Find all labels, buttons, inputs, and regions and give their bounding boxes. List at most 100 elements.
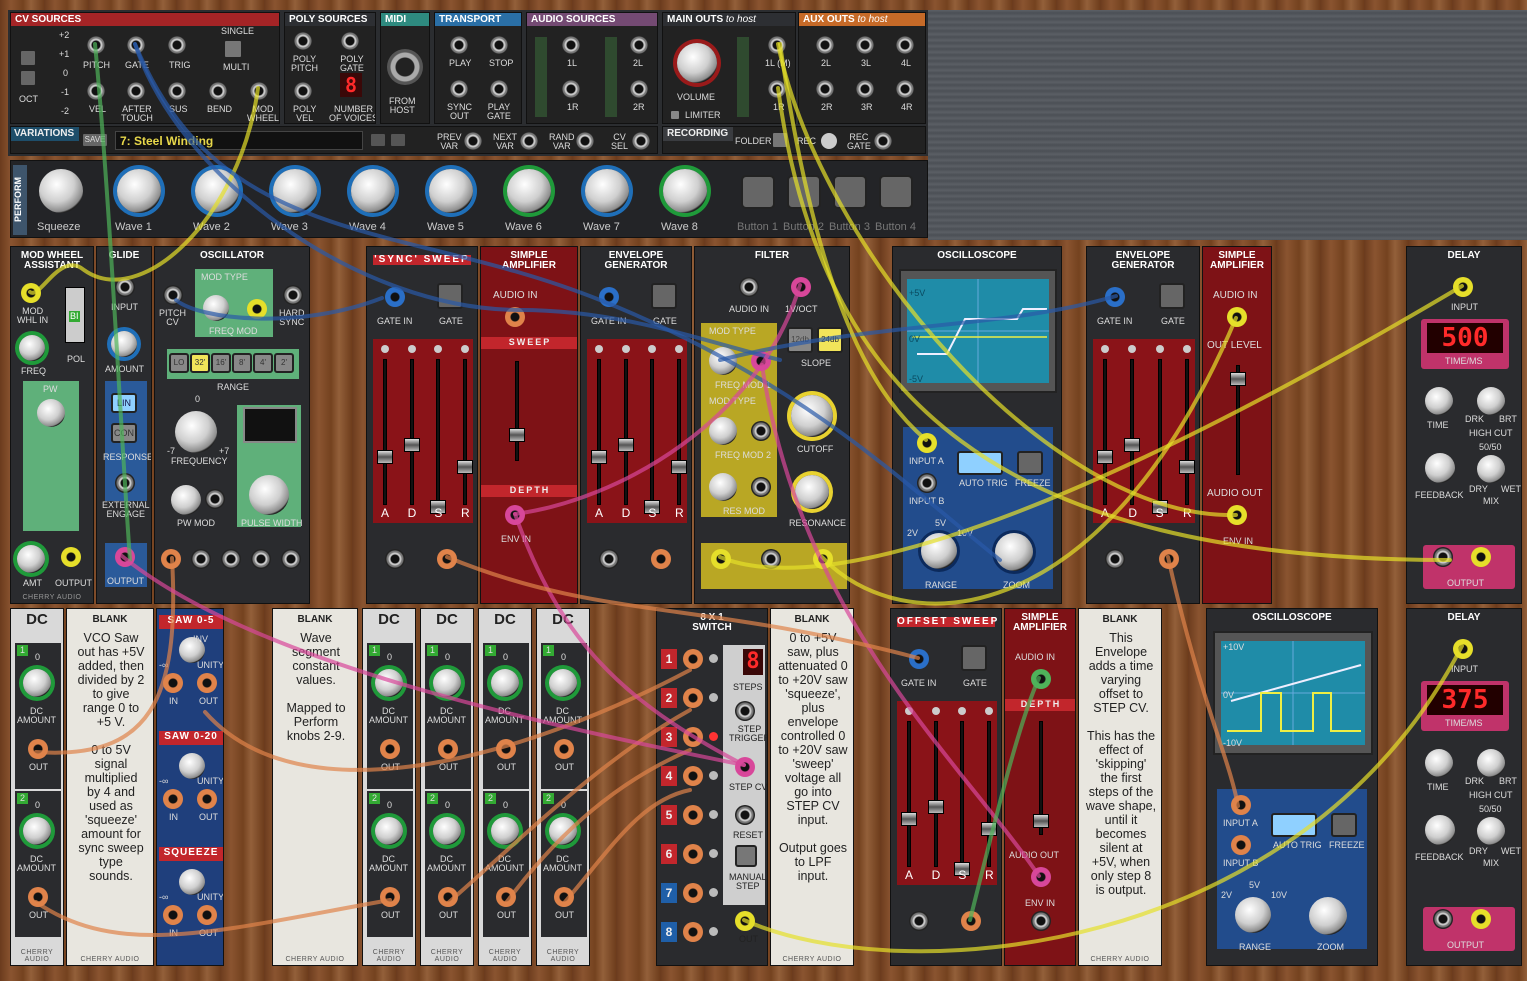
glide-amount-knob[interactable]	[111, 331, 137, 357]
scope1-zoom-knob[interactable]	[995, 533, 1033, 571]
delay-time-knob[interactable]	[1425, 387, 1453, 415]
env1-gate-button[interactable]	[651, 283, 677, 309]
dc-amount-knob[interactable]	[549, 669, 577, 697]
sync_sweep-out-jack[interactable]	[437, 549, 457, 569]
dc-out-jack[interactable]	[554, 887, 574, 907]
env2-out-jack[interactable]	[1159, 549, 1179, 569]
env2-inv-out-jack[interactable]	[1105, 549, 1125, 569]
scope1-auto-trig-button[interactable]	[957, 451, 1003, 475]
atten-in-jack-2[interactable]	[163, 789, 183, 809]
offset_sweep-fader-1[interactable]	[927, 721, 944, 867]
filter-audio-in-jack[interactable]	[739, 277, 759, 297]
offset_sweep-inv-out-jack[interactable]	[909, 911, 929, 931]
env1-fader-2[interactable]	[644, 359, 661, 514]
osc-range-button-2[interactable]: 16'	[211, 353, 231, 373]
perform-knob-5[interactable]	[351, 169, 395, 213]
main-1r-jack[interactable]	[767, 79, 787, 99]
sync_sweep-fader-3[interactable]	[457, 359, 473, 505]
volume-knob[interactable]	[677, 43, 717, 83]
osc-range-button-1[interactable]: 32'	[190, 353, 210, 373]
con-button[interactable]: CON	[111, 423, 137, 443]
scope2-input-a-jack[interactable]	[1231, 795, 1251, 815]
env1-inv-out-jack[interactable]	[599, 549, 619, 569]
mwa-freq-knob[interactable]	[19, 335, 45, 361]
dc-out-jack[interactable]	[380, 739, 400, 759]
stop-jack[interactable]	[489, 35, 509, 55]
aux-2l-jack[interactable]	[815, 35, 835, 55]
aux-4r-jack[interactable]	[895, 79, 915, 99]
record-button[interactable]	[819, 131, 839, 151]
single-multi-button[interactable]	[223, 39, 243, 59]
after-touch-jack[interactable]	[126, 81, 146, 101]
sync-out-jack[interactable]	[449, 79, 469, 99]
scope1-freeze-button[interactable]	[1017, 451, 1043, 475]
perform-knob-6[interactable]	[429, 169, 473, 213]
sync_sweep-fader-0[interactable]	[377, 359, 393, 505]
variation-next-arrow[interactable]	[389, 132, 407, 148]
dc-amount-knob[interactable]	[549, 817, 577, 845]
atten-out-jack-1[interactable]	[197, 673, 217, 693]
mwa-pw-knob[interactable]	[37, 399, 65, 427]
scope2-auto-trig-button[interactable]	[1271, 813, 1317, 837]
dc-amount-knob[interactable]	[23, 817, 51, 845]
freq-mod-2-jack[interactable]	[751, 421, 771, 441]
freq-mod-1-jack[interactable]	[751, 351, 771, 371]
dc-amount-knob[interactable]	[491, 669, 519, 697]
audio-2r-jack[interactable]	[629, 79, 649, 99]
switch-step-input-1[interactable]	[683, 649, 703, 669]
gate-jack[interactable]	[126, 35, 146, 55]
dc-out-jack[interactable]	[438, 739, 458, 759]
osc-range-button-4[interactable]: 4'	[253, 353, 273, 373]
perform-knob-2[interactable]	[117, 169, 161, 213]
env1-fader-1[interactable]	[617, 359, 634, 505]
switch-step-input-4[interactable]	[683, 766, 703, 786]
external-engage-jack[interactable]	[115, 473, 135, 493]
res-mod-knob[interactable]	[709, 473, 737, 501]
env2-gate-button[interactable]	[1159, 283, 1185, 309]
dc-amount-knob[interactable]	[375, 669, 403, 697]
aux-2r-jack[interactable]	[815, 79, 835, 99]
switch-step-input-2[interactable]	[683, 688, 703, 708]
delay-mix-knob[interactable]	[1477, 455, 1505, 483]
dc-amount-knob[interactable]	[375, 817, 403, 845]
cutoff-knob[interactable]	[791, 395, 833, 437]
amp1-depth-jack[interactable]	[505, 505, 525, 525]
osc-out-ramp-jack[interactable]	[191, 549, 211, 569]
sync_sweep-inv-out-jack[interactable]	[385, 549, 405, 569]
scope1-input-b-jack[interactable]	[917, 473, 937, 493]
sync_sweep-fader-1[interactable]	[403, 359, 420, 505]
pitch-jack[interactable]	[86, 35, 106, 55]
aux-3r-jack[interactable]	[855, 79, 875, 99]
env1-gate-in-jack[interactable]	[599, 287, 619, 307]
perform-button-1[interactable]	[741, 175, 775, 209]
pulse-width-knob[interactable]	[249, 475, 289, 515]
osc-freq-mod-jack[interactable]	[247, 299, 267, 319]
switch-step-input-3[interactable]	[683, 727, 703, 747]
osc-freq-mod-knob[interactable]	[203, 295, 229, 321]
hard-sync-jack[interactable]	[283, 285, 303, 305]
cv-sel-jack[interactable]	[631, 131, 651, 151]
play-gate-jack[interactable]	[489, 79, 509, 99]
trig-jack[interactable]	[167, 35, 187, 55]
scope1-input-a-jack[interactable]	[917, 433, 937, 453]
offset_sweep-gate-button[interactable]	[961, 645, 987, 671]
atten-out-jack-2[interactable]	[197, 789, 217, 809]
delay-output-l-jack[interactable]	[1433, 909, 1453, 929]
env2-fader-1[interactable]	[1124, 359, 1141, 505]
save-button[interactable]: SAVE	[81, 132, 109, 148]
amp2-audio-out-jack[interactable]	[1227, 505, 1247, 525]
filter-bp-out-jack[interactable]	[761, 549, 781, 569]
play-jack[interactable]	[449, 35, 469, 55]
dc-out-jack[interactable]	[554, 739, 574, 759]
pw-mod-jack[interactable]	[205, 489, 225, 509]
sync_sweep-gate-button[interactable]	[437, 283, 463, 309]
switch-out-jack[interactable]	[735, 911, 755, 931]
rand-var-jack[interactable]	[575, 131, 595, 151]
pitch-cv-jack[interactable]	[163, 285, 183, 305]
dc-out-jack[interactable]	[496, 739, 516, 759]
scope2-range-knob[interactable]	[1235, 897, 1271, 933]
filter-lp-out-jack[interactable]	[711, 549, 731, 569]
rec-gate-jack[interactable]	[873, 131, 893, 151]
atten-in-jack-3[interactable]	[163, 905, 183, 925]
env1-fader-3[interactable]	[671, 359, 687, 505]
